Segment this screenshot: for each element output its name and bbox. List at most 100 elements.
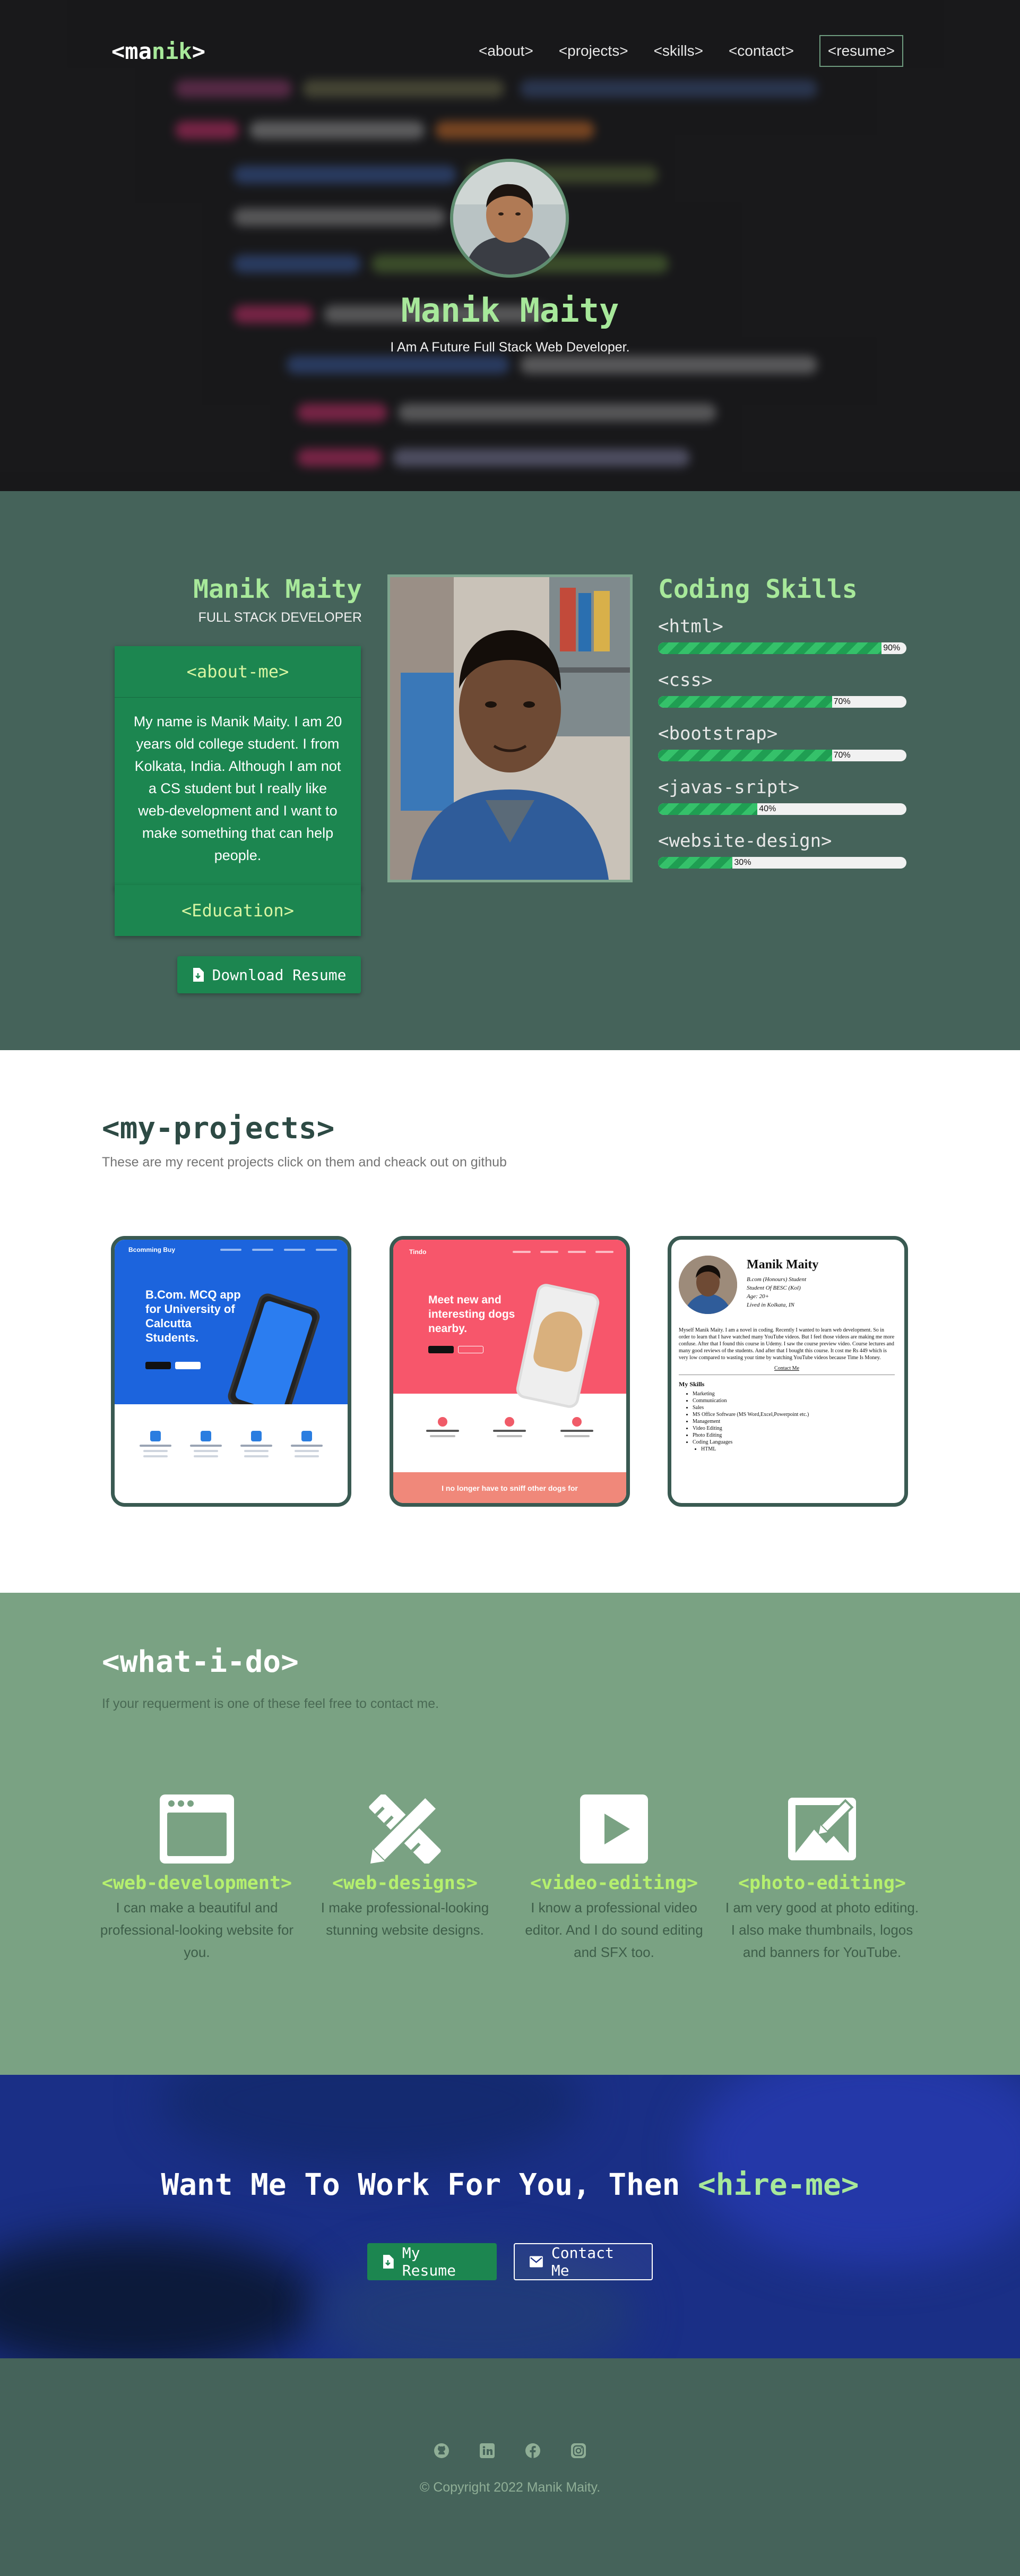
instagram-icon[interactable]: [569, 2442, 587, 2460]
list-item: MS Office Software (MS Word,Excel,Powerp…: [693, 1411, 895, 1418]
project-card-resume-page[interactable]: Manik Maity B.com (Honours) Student Stud…: [668, 1236, 908, 1507]
hire-me-section: Want Me To Work For You, Then <hire-me> …: [0, 2075, 1020, 2358]
file-download-icon: [383, 2255, 394, 2269]
about-role: FULL STACK DEVELOPER: [198, 610, 362, 625]
services-title: <what-i-do>: [102, 1645, 299, 1679]
list-item: Communication: [693, 1397, 895, 1404]
service-photo-editing: <photo-editing> I am very good at photo …: [724, 1794, 920, 1963]
project-card-tindog[interactable]: Tindo Meet new and interesting dogs near…: [390, 1236, 630, 1507]
project-3-line-2: Student Of BESC (Kol): [747, 1285, 801, 1291]
download-resume-label: Download Resume: [212, 966, 347, 984]
project-3-preview: Manik Maity B.com (Honours) Student Stud…: [671, 1240, 904, 1453]
linkedin-icon[interactable]: [478, 2442, 496, 2460]
browser-window-icon: [160, 1794, 234, 1864]
project-3-skills-title: My Skills: [679, 1380, 705, 1388]
skill-progress-bar: 70%: [658, 750, 906, 761]
logo-prefix: <ma: [111, 38, 152, 64]
skill-name: <css>: [658, 669, 713, 691]
skill-progress-fill: [658, 750, 832, 761]
facebook-icon[interactable]: [524, 2442, 542, 2460]
about-me-text: My name is Manik Maity. I am 20 years ol…: [115, 697, 361, 890]
education-card[interactable]: <Education>: [115, 885, 361, 936]
hire-me-title: Want Me To Work For You, Then <hire-me>: [0, 2168, 1020, 2202]
services-subtitle: If your requerment is one of these feel …: [102, 1696, 439, 1711]
projects-title: <my-projects>: [102, 1111, 335, 1146]
skill-name: <bootstrap>: [658, 723, 778, 744]
nav-link-contact[interactable]: <contact>: [729, 42, 794, 59]
project-3-avatar: [679, 1256, 737, 1314]
about-me-title[interactable]: <about-me>: [115, 646, 361, 697]
list-item: Photo Editing: [693, 1432, 895, 1439]
nav-link-resume[interactable]: <resume>: [819, 35, 903, 67]
design-tools-icon: [368, 1793, 442, 1865]
hire-me-buttons: My Resume Contact Me: [0, 2243, 1020, 2280]
service-title: <web-designs>: [332, 1873, 478, 1894]
skill-item: <html> 90%: [658, 616, 906, 654]
nav-link-about[interactable]: <about>: [479, 42, 533, 59]
hero-subtitle: I Am A Future Full Stack Web Developer.: [390, 340, 630, 355]
nav-link-projects[interactable]: <projects>: [559, 42, 628, 59]
service-title: <photo-editing>: [738, 1873, 906, 1894]
service-video-editing: <video-editing> I know a professional vi…: [516, 1794, 712, 1963]
about-me-card: <about-me> My name is Manik Maity. I am …: [115, 646, 361, 890]
my-resume-button[interactable]: My Resume: [367, 2243, 497, 2280]
project-3-line-1: B.com (Honours) Student: [747, 1276, 807, 1283]
project-1-headline: B.Com. MCQ app for University of Calcutt…: [145, 1288, 241, 1344]
list-item: Marketing: [693, 1390, 895, 1397]
list-item: HTML: [701, 1446, 895, 1453]
skill-item: <css> 70%: [658, 669, 906, 708]
logo-accent: nik: [151, 38, 192, 64]
project-1-store-buttons: [145, 1362, 201, 1369]
skill-progress-bar: 90%: [658, 642, 906, 654]
footer: © Copyright 2022 Manik Maity.: [0, 2358, 1020, 2576]
list-item: Sales: [693, 1404, 895, 1411]
education-title: <Education>: [181, 900, 294, 921]
site-logo[interactable]: <manik>: [111, 38, 205, 64]
project-3-line-4: Lived in Kolkata, IN: [747, 1302, 794, 1308]
skill-name: <javas-sript>: [658, 777, 800, 798]
hire-me-title-main: Want Me To Work For You, Then: [161, 2168, 698, 2202]
download-resume-button[interactable]: Download Resume: [177, 956, 361, 993]
about-name: Manik Maity: [193, 574, 362, 604]
project-3-skill-list: Marketing Communication Sales MS Office …: [679, 1390, 895, 1453]
service-title: <web-development>: [101, 1873, 292, 1894]
projects-section: <my-projects> These are my recent projec…: [0, 1050, 1020, 1593]
my-resume-label: My Resume: [402, 2244, 456, 2279]
project-2-nav: Tindo: [409, 1248, 613, 1256]
profile-avatar: [450, 159, 569, 278]
edit-image-icon: [785, 1794, 859, 1864]
hero-name: Manik Maity: [401, 291, 619, 330]
project-3-contact-link: Contact Me: [774, 1366, 799, 1371]
service-title: <video-editing>: [530, 1873, 698, 1894]
copyright-text: © Copyright 2022 Manik Maity.: [419, 2480, 601, 2495]
github-icon[interactable]: [433, 2442, 451, 2460]
service-web-designs: <web-designs> I make professional-lookin…: [307, 1793, 503, 1941]
logo-suffix: >: [192, 38, 206, 64]
contact-me-label: Contact Me: [551, 2244, 614, 2279]
skill-percent: 70%: [833, 751, 851, 760]
nav-link-skills[interactable]: <skills>: [654, 42, 703, 59]
contact-me-button[interactable]: Contact Me: [514, 2243, 653, 2280]
skill-percent: 40%: [759, 804, 776, 813]
project-3-line-3: Age: 20+: [747, 1293, 769, 1300]
service-desc: I know a professional video editor. And …: [525, 1900, 703, 1960]
project-2-testimonial: I no longer have to sniff other dogs for: [393, 1472, 626, 1503]
project-card-bcom-mcq[interactable]: Bcomming Buy B.Com. MCQ app for Universi…: [111, 1236, 351, 1507]
skill-name: <html>: [658, 616, 723, 637]
list-item: Coding Languages: [693, 1439, 895, 1446]
service-web-development: <web-development> I can make a beautiful…: [99, 1794, 295, 1963]
envelope-icon: [530, 2256, 543, 2268]
services-section: <what-i-do> If your requerment is one of…: [0, 1593, 1020, 2075]
skill-progress-fill: [658, 857, 733, 869]
projects-subtitle: These are my recent projects click on th…: [102, 1155, 507, 1170]
skills-title: Coding Skills: [658, 574, 858, 604]
service-desc: I can make a beautiful and professional-…: [100, 1900, 294, 1960]
project-2-hero: Tindo Meet new and interesting dogs near…: [393, 1240, 626, 1410]
skill-name: <website-design>: [658, 830, 832, 852]
file-download-icon: [193, 968, 204, 982]
social-links: [0, 2442, 1020, 2460]
skill-percent: 70%: [833, 697, 851, 706]
project-3-paragraph: Myself Manik Maity. I am a novel in codi…: [679, 1327, 895, 1361]
skill-progress-fill: [658, 642, 882, 654]
hero-section: <manik> <about> <projects> <skills> <con…: [0, 0, 1020, 491]
